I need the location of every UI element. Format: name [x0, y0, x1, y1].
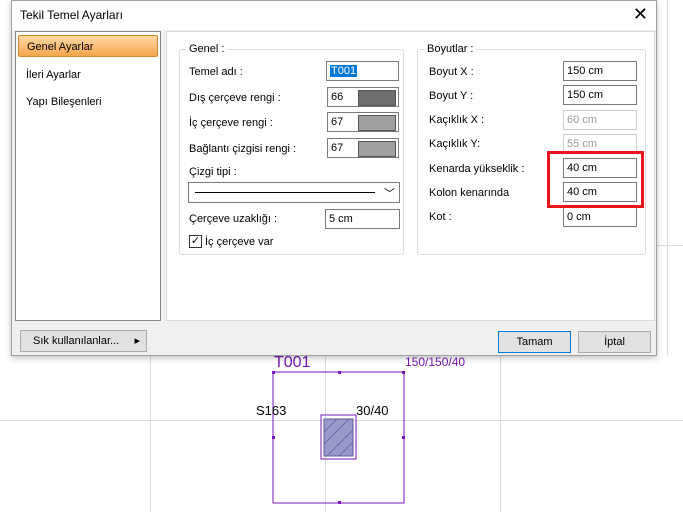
dis-cerceve-label: Dış çerçeve rengi :	[189, 92, 281, 104]
cizgi-tipi-label: Çizgi tipi :	[189, 166, 237, 178]
baglanti-swatch	[358, 141, 396, 157]
title-bar: Tekil Temel Ayarları ✕	[12, 1, 656, 30]
nav-item-yapi-bilesenleri[interactable]: Yapı Bileşenleri	[26, 96, 102, 108]
dis-cerceve-swatch	[358, 90, 396, 106]
nav-item-genel-ayarlar[interactable]: Genel Ayarlar	[18, 35, 158, 57]
baglanti-label: Bağlantı çizgisi rengi :	[189, 143, 296, 155]
kolon-kenarinda-label: Kolon kenarında	[429, 187, 510, 199]
ic-cerceve-swatch	[358, 115, 396, 131]
kenarda-yukseklik-label: Kenarda yükseklik :	[429, 163, 525, 175]
cizgi-tipi-dropdown[interactable]: ﹀	[188, 182, 400, 203]
iptal-button[interactable]: İptal	[578, 331, 651, 353]
genel-legend: Genel :	[186, 43, 228, 55]
footing-dims-label: 150/150/40	[405, 355, 466, 369]
cerceve-uzakligi-label: Çerçeve uzaklığı :	[189, 213, 278, 225]
nav-panel: Genel Ayarlar İleri Ayarlar Yapı Bileşen…	[15, 31, 161, 321]
nav-item-ileri-ayarlar[interactable]: İleri Ayarlar	[26, 69, 81, 81]
column-name-label: S163	[256, 403, 287, 418]
baglanti-color-picker[interactable]: 67	[327, 138, 399, 158]
footing-name-label: T001	[274, 354, 311, 371]
boyut-y-label: Boyut Y :	[429, 90, 474, 102]
close-icon[interactable]: ✕	[633, 4, 648, 24]
highlight-frame	[547, 151, 644, 208]
grip-point	[402, 436, 405, 439]
cerceve-uzakligi-input[interactable]: 5 cm	[325, 209, 400, 229]
ic-cerceve-color-picker[interactable]: 67	[327, 112, 399, 132]
column-dims-label: 30/40	[356, 403, 389, 418]
kaciklik-x-label: Kaçıklık X :	[429, 114, 485, 126]
kaciklik-x-input: 60 cm	[563, 110, 637, 130]
grip-point	[272, 436, 275, 439]
arrow-right-icon: ▸	[134, 335, 140, 347]
grip-point	[402, 371, 405, 374]
ic-cerceve-var-label: İç çerçeve var	[205, 236, 274, 248]
boyut-x-input[interactable]: 150 cm	[563, 61, 637, 81]
temel-adi-input[interactable]: T001	[326, 61, 399, 81]
tamam-button[interactable]: Tamam	[498, 331, 571, 353]
kot-input[interactable]: 0 cm	[563, 207, 637, 227]
temel-adi-label: Temel adı :	[189, 66, 243, 78]
dis-cerceve-color-picker[interactable]: 66	[327, 87, 399, 107]
boyut-x-label: Boyut X :	[429, 66, 474, 78]
boyutlar-legend: Boyutlar :	[424, 43, 477, 55]
grip-point	[338, 371, 341, 374]
boyut-y-input[interactable]: 150 cm	[563, 85, 637, 105]
dialog-title: Tekil Temel Ayarları	[20, 8, 123, 22]
column-fill	[323, 418, 354, 457]
ic-cerceve-label: İç çerçeve rengi :	[189, 117, 273, 129]
sik-kullanilanlar-button[interactable]: Sık kullanılanlar... ▸	[20, 330, 147, 352]
ic-cerceve-var-checkbox[interactable]: ✓	[189, 235, 202, 248]
kot-label: Kot :	[429, 211, 452, 223]
kaciklik-y-label: Kaçıklık Y:	[429, 138, 481, 150]
grip-point	[338, 501, 341, 504]
line-type-preview	[195, 192, 375, 193]
chevron-down-icon: ﹀	[384, 188, 395, 200]
